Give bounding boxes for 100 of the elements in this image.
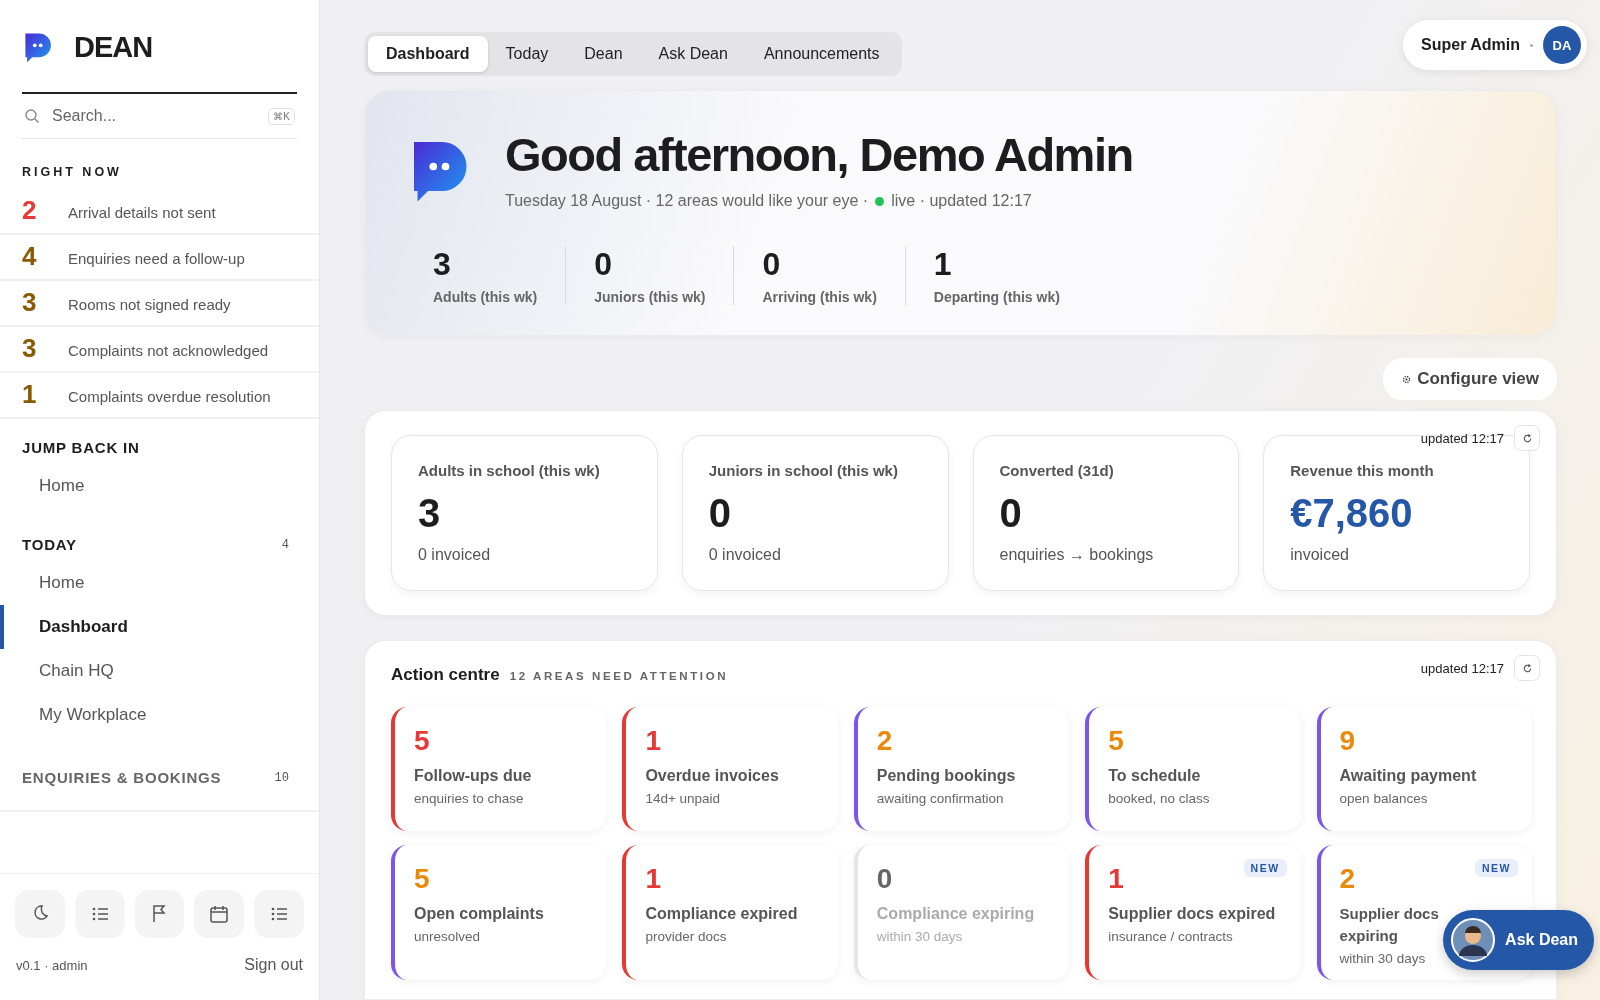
stat-label: Arriving (this wk) <box>762 289 877 305</box>
refresh-button[interactable] <box>1514 655 1540 681</box>
action-count: 0 <box>876 863 893 895</box>
user-menu[interactable]: Super Admin DA <box>1403 20 1587 70</box>
shortcut-hint: ⌘K <box>268 107 295 125</box>
quick-action-button[interactable] <box>134 890 185 938</box>
action-note: 14d+ unpaid <box>645 791 722 806</box>
action-title: Compliance expiring <box>876 904 1036 924</box>
alert-item[interactable]: 3 Rooms not signed ready <box>0 281 319 327</box>
action-count: 1 <box>645 863 661 895</box>
action-title: Compliance expired <box>645 904 799 924</box>
quick-action-button[interactable] <box>15 890 65 938</box>
action-card[interactable]: 5 To schedule booked, no class <box>1085 707 1301 831</box>
nav-item[interactable]: Home <box>0 561 319 605</box>
action-card[interactable]: 1 Compliance expired provider docs <box>622 845 838 980</box>
avatar: DA <box>1543 26 1581 64</box>
new-badge: NEW <box>1243 859 1287 877</box>
configure-view-button[interactable]: Configure view <box>1383 358 1557 400</box>
nav-item[interactable]: My Workplace <box>0 693 319 737</box>
section-heading: RIGHT NOW <box>21 164 123 181</box>
action-count: 5 <box>414 725 430 757</box>
stat-label: Juniors (this wk) <box>594 289 706 305</box>
action-title: Pending bookings <box>876 766 1017 786</box>
alert-item[interactable]: 1 Complaints overdue resolution <box>0 373 319 419</box>
stat-label: Departing (this wk) <box>933 289 1060 305</box>
action-note: booked, no class <box>1108 791 1211 806</box>
kpi-label: Revenue this month <box>1290 462 1435 479</box>
settings-icon <box>1401 373 1413 385</box>
kpi-value: €7,860 <box>1290 491 1414 536</box>
kpi-note: 0 invoiced <box>708 546 782 564</box>
sign-out-link[interactable]: Sign out <box>244 956 303 974</box>
action-note: within 30 days <box>876 929 964 944</box>
action-note: within 30 days <box>1339 951 1427 966</box>
update-status: live · updated 12:17 <box>891 192 1032 210</box>
date-summary: Tuesday 18 August · 12 areas would like your eye · <box>505 192 869 210</box>
alert-item[interactable]: 4 Enquiries need a follow-up <box>0 235 319 281</box>
alert-item[interactable]: 3 Complaints not acknowledged <box>0 327 319 373</box>
tab[interactable]: Ask Dean <box>640 36 746 72</box>
stat-label: Adults (this wk) <box>433 289 538 305</box>
kpi-note: invoiced <box>1290 546 1350 564</box>
action-count: 1 <box>1108 863 1124 895</box>
tab[interactable]: Dashboard <box>368 36 488 72</box>
action-card[interactable]: 5 Open complaints unresolved <box>391 845 607 980</box>
action-count: 5 <box>1108 725 1124 757</box>
new-badge: NEW <box>1475 859 1518 877</box>
action-note: unresolved <box>414 929 482 944</box>
ask-assistant-button[interactable]: Ask Dean <box>1443 910 1594 970</box>
action-card[interactable]: 0 Compliance expiring within 30 days <box>853 845 1070 980</box>
action-count: 1 <box>645 725 661 757</box>
nav-section-header[interactable]: ENQUIRIES & BOOKINGS 10 <box>0 757 319 802</box>
version-label: v0.1 · admin <box>16 957 88 973</box>
updated-time: updated 12:17 <box>1420 660 1504 676</box>
greeting-title: Good afternoon, Demo Admin <box>505 127 1133 182</box>
refresh-icon <box>1521 432 1533 444</box>
search-field[interactable]: Search... <box>50 106 259 126</box>
alert-item[interactable]: 2 Arrival details not sent <box>0 189 319 235</box>
panel-subtitle: 12 AREAS NEED ATTENTION <box>509 670 729 682</box>
kpi-note: 0 invoiced <box>418 546 492 564</box>
stat-value: 0 <box>762 246 782 283</box>
kpi-value: 0 <box>999 491 1023 536</box>
action-count: 5 <box>414 863 430 895</box>
action-title: Overdue invoices <box>645 766 780 786</box>
refresh-button[interactable] <box>1514 425 1540 451</box>
stat-value: 3 <box>433 246 452 283</box>
action-card[interactable]: 9 Awaiting payment open balances <box>1316 707 1532 831</box>
nav-section-header[interactable]: TODAY 4 <box>0 528 319 561</box>
refresh-icon <box>1521 662 1533 674</box>
quick-action-button[interactable] <box>194 890 245 938</box>
tab[interactable]: Today <box>487 36 567 72</box>
updated-time: updated 12:17 <box>1420 430 1504 446</box>
action-card[interactable]: 2 Pending bookings awaiting confirmation <box>853 707 1070 831</box>
action-card[interactable]: 1 Overdue invoices 14d+ unpaid <box>622 707 838 831</box>
action-note: open balances <box>1339 791 1429 806</box>
action-note: awaiting confirmation <box>876 791 1005 806</box>
action-title: To schedule <box>1108 766 1202 786</box>
stat-value: 1 <box>933 246 953 283</box>
kpi-value: 3 <box>418 491 442 536</box>
kpi-value: 0 <box>708 491 732 536</box>
tab[interactable]: Announcements <box>745 36 898 72</box>
action-title: Supplier docs expired <box>1108 904 1277 924</box>
action-note: provider docs <box>645 929 728 944</box>
nav-item[interactable]: Home <box>0 464 319 508</box>
quick-action-button[interactable] <box>74 890 125 938</box>
quick-action-button[interactable] <box>254 890 304 938</box>
action-title: Open complaints <box>414 904 545 924</box>
action-note: enquiries to chase <box>414 791 525 806</box>
calendar-icon <box>208 903 231 925</box>
search-icon <box>24 108 40 124</box>
action-title: Follow-ups due <box>414 766 533 786</box>
panel-title: Action centre <box>391 665 500 685</box>
action-count: 2 <box>1339 863 1356 895</box>
action-card[interactable]: 1 Supplier docs expired insurance / contracts NEW <box>1085 845 1301 980</box>
action-card[interactable]: 5 Follow-ups due enquiries to chase <box>391 707 607 831</box>
tab[interactable]: Dean <box>566 36 641 72</box>
action-title: Supplier docs expiring <box>1339 904 1440 946</box>
nav-item[interactable]: Chain HQ <box>0 649 319 693</box>
nav-section-header[interactable]: JUMP BACK IN <box>0 431 319 464</box>
action-count: 9 <box>1339 725 1356 757</box>
kpi-label: Adults in school (this wk) <box>418 462 601 479</box>
kpi-label: Converted (31d) <box>999 462 1115 479</box>
